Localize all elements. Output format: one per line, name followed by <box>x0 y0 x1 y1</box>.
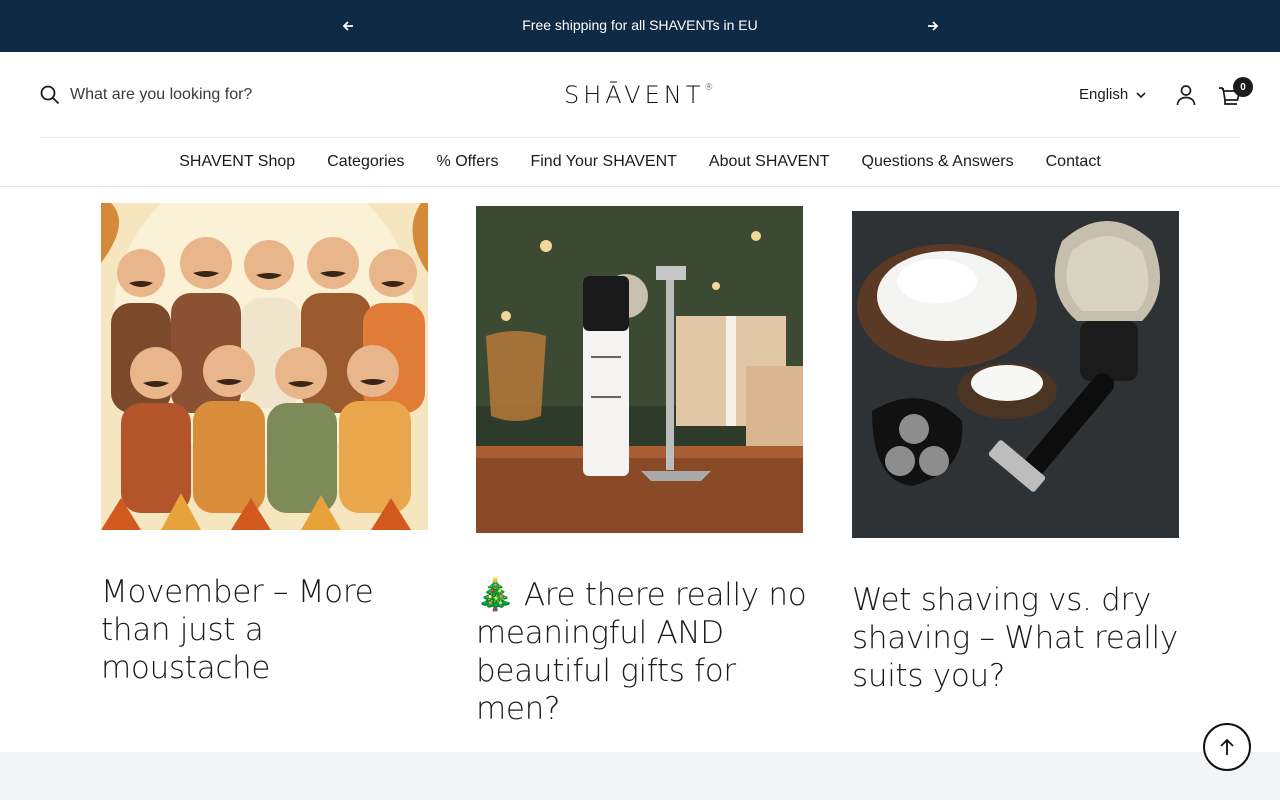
article-title-wet-vs-dry[interactable]: Wet shaving vs. dry shaving – What reall… <box>852 581 1192 695</box>
footer-strip <box>0 752 1280 800</box>
account-icon[interactable] <box>1176 84 1196 106</box>
nav-item-shop[interactable]: SHAVENT Shop <box>179 153 295 171</box>
nav-item-about[interactable]: About SHAVENT <box>709 153 830 171</box>
search-input[interactable] <box>70 86 330 104</box>
nav-item-find-your-shavent[interactable]: Find Your SHAVENT <box>530 153 676 171</box>
back-to-top-button[interactable] <box>1203 723 1251 771</box>
article-image-gifts[interactable] <box>476 206 803 533</box>
nav-item-offers[interactable]: % Offers <box>437 153 499 171</box>
logo-registered-mark: ® <box>704 83 714 93</box>
arrow-up-icon <box>1220 738 1234 755</box>
search-icon <box>40 85 60 105</box>
search-bar[interactable] <box>40 85 330 105</box>
nav-item-categories[interactable]: Categories <box>327 153 404 171</box>
article-title-movember[interactable]: Movember – More than just a moustache <box>101 573 441 687</box>
nav-item-contact[interactable]: Contact <box>1046 153 1101 171</box>
nav-item-faq[interactable]: Questions & Answers <box>862 153 1014 171</box>
article-image-wet-vs-dry[interactable] <box>852 211 1179 538</box>
language-selector[interactable]: English <box>1079 86 1146 103</box>
chevron-down-icon <box>1136 91 1146 98</box>
announcement-next-button[interactable] <box>923 16 943 36</box>
language-label: English <box>1079 86 1129 103</box>
main-nav: SHAVENT Shop Categories % Offers Find Yo… <box>0 138 1280 186</box>
header-top: SHĀVENT® English 0 <box>40 52 1253 138</box>
article-image-movember[interactable] <box>101 203 428 530</box>
cart-count-badge: 0 <box>1233 77 1253 97</box>
logo[interactable]: SHĀVENT® <box>564 81 713 109</box>
arrow-right-icon <box>928 21 939 31</box>
site-header: SHĀVENT® English 0 SHAVENT Shop Categori… <box>0 52 1280 187</box>
logo-text: SHĀVENT <box>564 81 705 109</box>
article-title-gifts[interactable]: 🎄 Are there really no meaningful AND bea… <box>476 576 816 728</box>
announcement-text: Free shipping for all SHAVENTs in EU <box>522 17 758 33</box>
announcement-bar: Free shipping for all SHAVENTs in EU <box>0 0 1280 52</box>
